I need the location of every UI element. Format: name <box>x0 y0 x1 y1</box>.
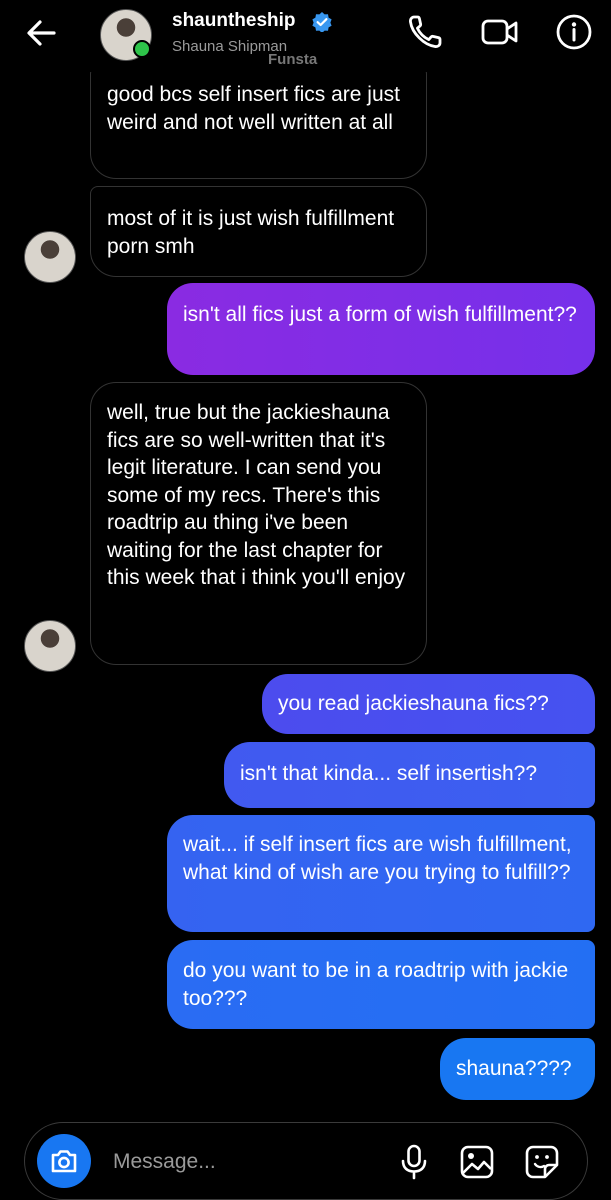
verified-badge-icon <box>312 12 332 32</box>
camera-button[interactable] <box>37 1134 91 1188</box>
microphone-icon[interactable] <box>395 1143 433 1181</box>
video-call-icon[interactable] <box>480 12 520 52</box>
camera-icon <box>51 1150 77 1173</box>
contact-avatar-small[interactable] <box>24 620 76 672</box>
contact-avatar-small[interactable] <box>24 231 76 283</box>
outgoing-message[interactable]: isn't all fics just a form of wish fulfi… <box>167 283 595 375</box>
online-status-dot <box>133 40 151 58</box>
incoming-message[interactable]: well, true but the jackieshauna fics are… <box>90 382 427 665</box>
phone-call-icon[interactable] <box>405 12 445 52</box>
gallery-icon[interactable] <box>458 1143 496 1181</box>
message-input[interactable] <box>113 1147 333 1177</box>
back-arrow-icon[interactable] <box>24 16 58 50</box>
message-composer <box>24 1122 588 1200</box>
outgoing-message[interactable]: shauna???? <box>440 1038 595 1100</box>
sticker-icon[interactable] <box>523 1143 561 1181</box>
incoming-message[interactable]: most of it is just wish fulfillment porn… <box>90 186 427 277</box>
info-icon[interactable] <box>554 12 594 52</box>
outgoing-message[interactable]: wait... if self insert fics are wish ful… <box>167 815 595 932</box>
watermark-text: Funsta <box>268 51 318 68</box>
incoming-message[interactable]: good bcs self insert fics are just weird… <box>90 66 427 179</box>
outgoing-message[interactable]: isn't that kinda... self insertish?? <box>224 742 595 808</box>
contact-username[interactable]: shauntheship <box>172 10 296 32</box>
outgoing-message[interactable]: do you want to be in a roadtrip with jac… <box>167 940 595 1029</box>
outgoing-message[interactable]: you read jackieshauna fics?? <box>262 674 595 734</box>
